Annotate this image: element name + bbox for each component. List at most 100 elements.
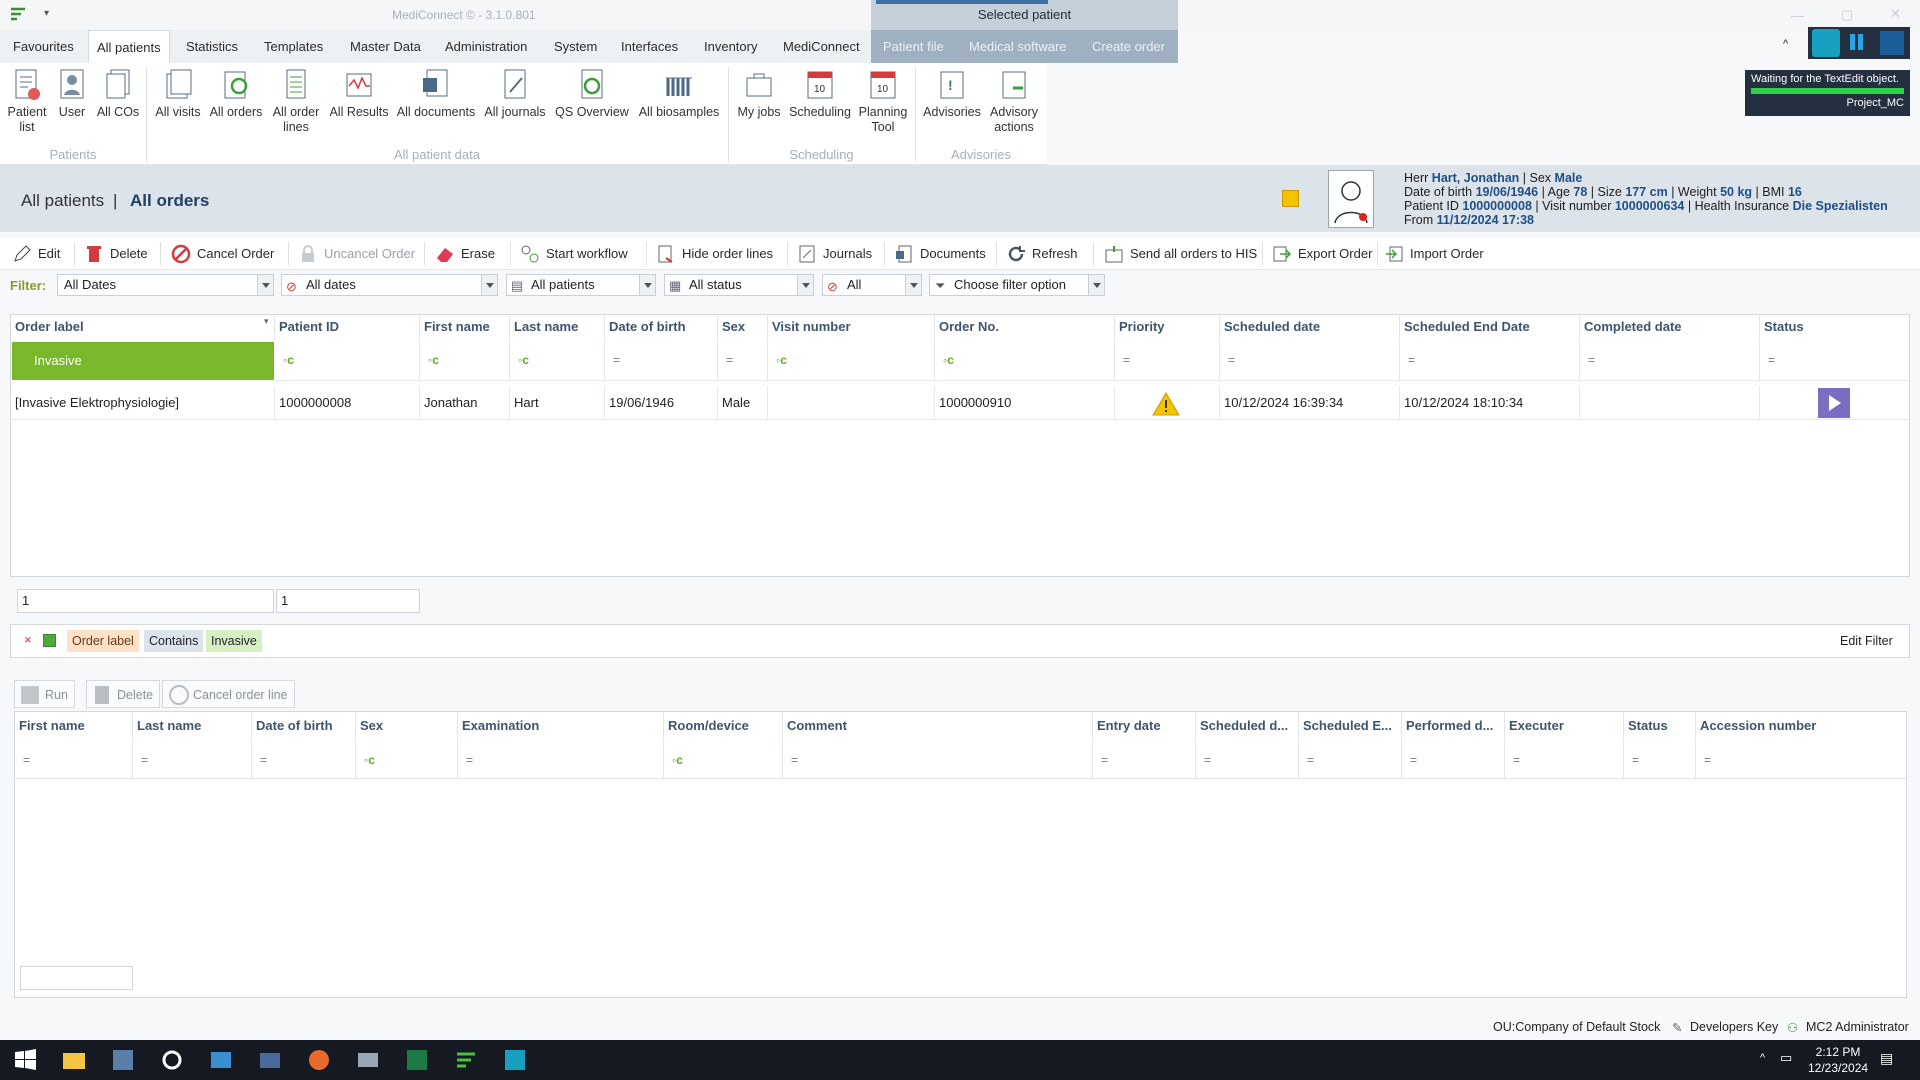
menu-templates[interactable]: Templates xyxy=(256,30,331,63)
patient-id-filter-cell[interactable]: ◦c xyxy=(275,341,420,381)
ribbon-all-journals[interactable]: All journals xyxy=(482,68,548,120)
cancel-order-button[interactable]: Cancel Order xyxy=(171,240,274,268)
col2-sex[interactable]: Sex xyxy=(356,712,458,740)
menu-patient-file[interactable]: Patient file xyxy=(883,30,944,63)
firefox-icon[interactable] xyxy=(304,1045,334,1075)
row-dob[interactable]: 19/06/1946 xyxy=(605,386,718,420)
pause-icon[interactable] xyxy=(1850,34,1855,50)
delete-line-button[interactable]: Delete xyxy=(86,680,161,708)
ribbon-user[interactable]: User xyxy=(54,68,90,120)
menu-all-patients[interactable]: All patients xyxy=(88,30,170,63)
first-name-filter-cell[interactable]: ◦c xyxy=(420,341,510,381)
ribbon-all-order-lines[interactable]: All order lines xyxy=(268,68,324,135)
scheduled-date-filter-cell[interactable]: = xyxy=(1220,341,1400,381)
status-filter-dropdown[interactable]: ▦ All status xyxy=(664,274,814,296)
order-lines-count-field[interactable] xyxy=(20,966,133,990)
network-icon[interactable]: ▭ xyxy=(1780,1050,1792,1066)
row-scheduled-end[interactable]: 10/12/2024 18:10:34 xyxy=(1400,386,1580,420)
breadcrumb-all-patients[interactable]: All patients xyxy=(21,191,104,211)
col2-scheduled-date[interactable]: Scheduled d... xyxy=(1196,712,1299,740)
mediconnect-taskbar-icon[interactable] xyxy=(451,1045,481,1075)
col2-performed-date[interactable]: Performed d... xyxy=(1402,712,1505,740)
menu-statistics[interactable]: Statistics xyxy=(178,30,246,63)
col-order-label[interactable]: Order label xyxy=(11,314,275,340)
priority-filter-cell[interactable]: = xyxy=(1115,341,1220,381)
sort-icon[interactable]: ▾ xyxy=(264,316,269,327)
menu-mediconnect[interactable]: MediConnect xyxy=(775,30,868,63)
col-first-name[interactable]: First name xyxy=(420,314,510,340)
all-filter-dropdown[interactable]: ⊘ All xyxy=(822,274,922,296)
ribbon-all-biosamples[interactable]: All biosamples xyxy=(635,68,723,120)
row-count-field[interactable]: 1 xyxy=(17,589,274,613)
stop-icon[interactable] xyxy=(1880,31,1904,55)
filter-operator-chip[interactable]: Contains xyxy=(144,630,204,652)
examination-filter-cell[interactable]: = xyxy=(458,741,664,779)
col-patient-id[interactable]: Patient ID xyxy=(275,314,420,340)
col2-first-name[interactable]: First name xyxy=(15,712,133,740)
window-close-button[interactable]: ✕ xyxy=(1890,6,1901,22)
row-completed-date[interactable] xyxy=(1580,386,1760,420)
col-order-no[interactable]: Order No. xyxy=(935,314,1115,340)
row-order-no[interactable]: 1000000910 xyxy=(935,386,1115,420)
journals-button[interactable]: Journals xyxy=(797,240,872,268)
col-scheduled-end-date[interactable]: Scheduled End Date xyxy=(1400,314,1580,340)
excel-icon[interactable] xyxy=(402,1045,432,1075)
menu-inventory[interactable]: Inventory xyxy=(696,30,765,63)
scheduled-date-filter-cell-2[interactable]: = xyxy=(1196,741,1299,779)
refresh-button[interactable]: Refresh xyxy=(1006,240,1078,268)
collapse-ribbon-icon[interactable]: ^ xyxy=(1783,38,1788,50)
col-last-name[interactable]: Last name xyxy=(510,314,605,340)
ribbon-all-visits[interactable]: All visits xyxy=(152,68,204,120)
col2-executer[interactable]: Executer xyxy=(1505,712,1624,740)
window-minimize-button[interactable]: — xyxy=(1791,8,1804,23)
room-device-filter-cell[interactable]: ◦c xyxy=(664,741,783,779)
row-visit-number[interactable] xyxy=(768,386,935,420)
col2-date-of-birth[interactable]: Date of birth xyxy=(252,712,356,740)
window-app-icon[interactable] xyxy=(206,1045,236,1075)
col2-last-name[interactable]: Last name xyxy=(133,712,252,740)
ribbon-scheduling[interactable]: 10 Scheduling xyxy=(788,68,852,120)
status-filter-cell[interactable]: = xyxy=(1760,341,1908,381)
notifications-icon[interactable]: ▤ xyxy=(1880,1050,1893,1067)
advisory-warning-icon[interactable] xyxy=(1282,190,1299,207)
accession-filter-cell[interactable]: = xyxy=(1696,741,1906,779)
row-count-field-2[interactable]: 1 xyxy=(276,589,420,613)
ribbon-qs-overview[interactable]: QS Overview xyxy=(552,68,632,120)
performed-date-filter-cell[interactable]: = xyxy=(1402,741,1505,779)
dob-filter-cell-2[interactable]: = xyxy=(252,741,356,779)
edit-filter-link[interactable]: Edit Filter xyxy=(1840,634,1893,648)
filter-option-dropdown[interactable]: ⏷ Choose filter option xyxy=(929,274,1105,296)
date-range-dropdown[interactable]: All Dates xyxy=(57,274,274,296)
export-order-button[interactable]: Export Order xyxy=(1272,240,1372,268)
row-scheduled-date[interactable]: 10/12/2024 16:39:34 xyxy=(1220,386,1400,420)
edit-button[interactable]: Edit xyxy=(12,240,60,268)
ribbon-advisories[interactable]: ! Advisories xyxy=(920,68,984,120)
ribbon-advisory-actions[interactable]: Advisory actions xyxy=(986,68,1042,135)
row-sex[interactable]: Male xyxy=(718,386,768,420)
menu-interfaces[interactable]: Interfaces xyxy=(613,30,686,63)
windows-start-icon[interactable] xyxy=(10,1045,40,1075)
network-app-icon[interactable] xyxy=(353,1045,383,1075)
file-explorer-icon[interactable] xyxy=(59,1045,89,1075)
menu-medical-software[interactable]: Medical software xyxy=(969,30,1067,63)
ribbon-all-cos[interactable]: All COs xyxy=(94,68,142,120)
menu-master-data[interactable]: Master Data xyxy=(342,30,429,63)
patients-filter-dropdown[interactable]: ▤ All patients xyxy=(506,274,656,296)
scheduled-end-filter-cell[interactable]: = xyxy=(1400,341,1580,381)
col2-status[interactable]: Status xyxy=(1624,712,1696,740)
quick-access-dropdown-icon[interactable]: ▾ xyxy=(44,8,49,19)
col-sex[interactable]: Sex xyxy=(718,314,768,340)
executer-filter-cell[interactable]: = xyxy=(1505,741,1624,779)
col-priority[interactable]: Priority xyxy=(1115,314,1220,340)
col-scheduled-date[interactable]: Scheduled date xyxy=(1220,314,1400,340)
patient-avatar[interactable] xyxy=(1328,170,1374,228)
menu-create-order[interactable]: Create order xyxy=(1092,30,1165,63)
import-order-button[interactable]: Import Order xyxy=(1384,240,1484,268)
tray-chevron-icon[interactable]: ^ xyxy=(1760,1052,1765,1064)
cancel-order-line-button[interactable]: Cancel order line xyxy=(162,680,295,708)
status-filter-cell-2[interactable]: = xyxy=(1624,741,1696,779)
entry-date-filter-cell[interactable]: = xyxy=(1093,741,1196,779)
col2-room-device[interactable]: Room/device xyxy=(664,712,783,740)
last-name-filter-cell[interactable]: ◦c xyxy=(510,341,605,381)
dob-filter-cell[interactable]: = xyxy=(605,341,718,381)
